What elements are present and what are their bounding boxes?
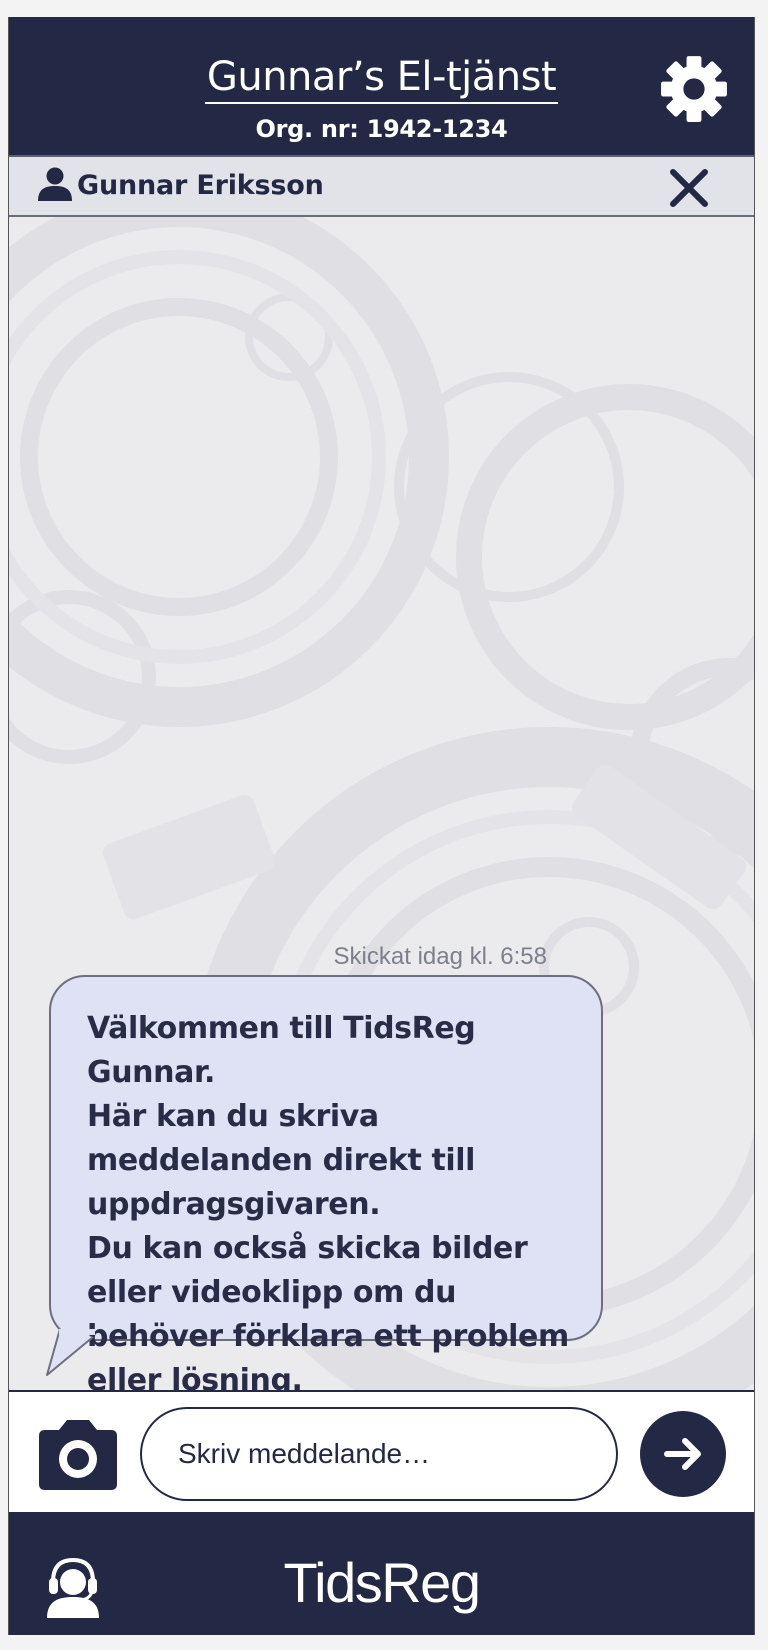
message-timestamp: Skickat idag kl. 6:58: [333, 943, 547, 970]
company-title: Gunnar’s El-tjänst: [9, 57, 754, 104]
message-text: Välkommen till TidsReg Gunnar. Här kan d…: [87, 1011, 569, 1390]
bubble-tail: [46, 1329, 95, 1376]
org-number: Org. nr: 1942-1234: [255, 115, 508, 143]
message-input[interactable]: [140, 1407, 618, 1501]
message-bubble: Välkommen till TidsReg Gunnar. Här kan d…: [49, 975, 603, 1390]
contact-name: Gunnar Eriksson: [77, 170, 324, 201]
message-composer: [9, 1390, 754, 1514]
user-icon: [38, 167, 72, 201]
close-icon[interactable]: [669, 168, 709, 208]
camera-icon[interactable]: [37, 1416, 119, 1492]
contact-bar: Gunnar Eriksson: [9, 157, 754, 217]
chat-area[interactable]: Skickat idag kl. 6:58 Välkommen till Tid…: [9, 217, 754, 1390]
arrow-right-icon[interactable]: [640, 1411, 726, 1497]
app-header: Gunnar’s El-tjänst Org. nr: 1942-1234: [9, 17, 754, 157]
gear-icon[interactable]: [660, 55, 728, 123]
app-frame: Gunnar’s El-tjänst Org. nr: 1942-1234 Gu…: [8, 17, 755, 1635]
app-footer: TidsReg: [9, 1514, 754, 1635]
app-brand-name: TidsReg: [283, 1551, 481, 1614]
